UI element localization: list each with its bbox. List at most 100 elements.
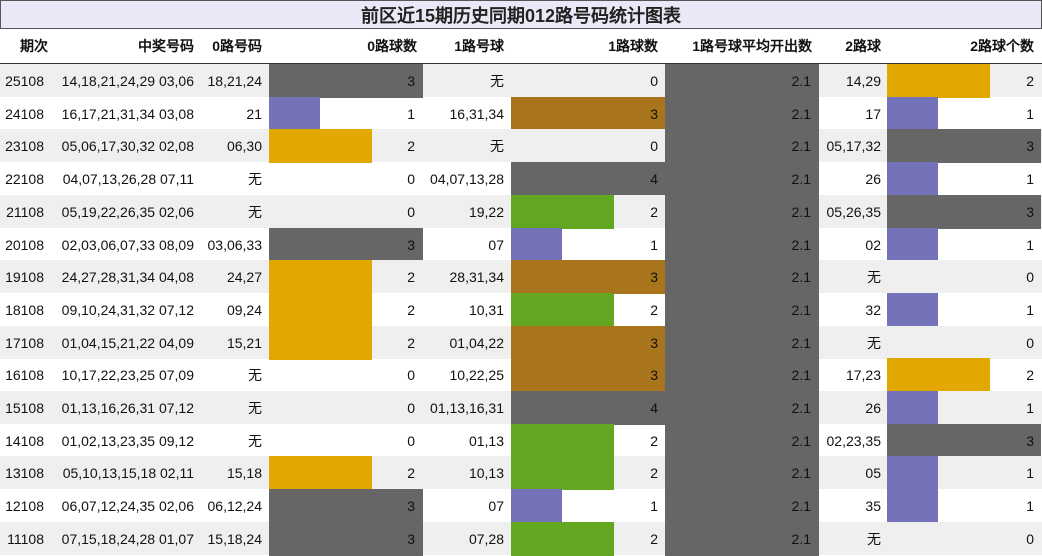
winning-numbers-cell: 14,18,21,24,29 03,06 bbox=[61, 73, 194, 89]
route2-count-cell: 1 bbox=[1026, 105, 1034, 122]
route0-numbers-cell: 无 bbox=[248, 400, 262, 416]
winning-numbers-cell: 01,13,16,26,31 07,12 bbox=[61, 400, 194, 416]
route1-numbers-cell: 无 bbox=[490, 73, 504, 89]
route0-count-cell: 0 bbox=[407, 203, 415, 220]
route2-count-cell: 0 bbox=[1026, 530, 1034, 547]
route2-count-cell: 3 bbox=[1026, 203, 1034, 220]
winning-numbers-cell: 05,10,13,15,18 02,11 bbox=[62, 465, 194, 482]
route0-numbers-cell: 24,27 bbox=[226, 269, 262, 286]
header-route1-average: 1路号球平均开出数 bbox=[692, 38, 812, 54]
route0-numbers-cell: 09,24 bbox=[226, 301, 262, 318]
route1-average-cell: 2.1 bbox=[791, 530, 811, 547]
route1-average-cell: 2.1 bbox=[791, 269, 811, 286]
route2-count-cell: 1 bbox=[1026, 236, 1034, 253]
route1-count-cell: 2 bbox=[650, 203, 658, 220]
route1-average-cell: 2.1 bbox=[791, 465, 811, 482]
route0-count-cell: 3 bbox=[407, 73, 415, 89]
route1-numbers-cell: 10,22,25 bbox=[449, 367, 505, 384]
table-row: 23108 05,06,17,30,32 02,08 06,30 2 无 0 2.1 05,1… bbox=[0, 129, 1042, 164]
period-cell: 12108 bbox=[5, 498, 44, 515]
route1-average-cell: 2.1 bbox=[791, 138, 811, 155]
route1-average-cell: 2.1 bbox=[791, 301, 811, 318]
route1-average-cell: 2.1 bbox=[791, 367, 811, 384]
winning-numbers-cell: 02,03,06,07,33 08,09 bbox=[61, 236, 194, 253]
table-row: 14108 01,02,13,23,35 09,12 无 0 01,13 2 2.1 02,2… bbox=[0, 423, 1042, 458]
route1-count-cell: 1 bbox=[650, 498, 658, 515]
route1-count-cell: 1 bbox=[650, 236, 658, 253]
route2-numbers-cell: 26 bbox=[865, 400, 881, 416]
period-cell: 13108 bbox=[5, 465, 44, 482]
period-cell: 18108 bbox=[5, 301, 44, 318]
table-row: 19108 24,27,28,31,34 04,08 24,27 2 28,31,34 3… bbox=[0, 260, 1042, 295]
period-cell: 11108 bbox=[7, 530, 44, 547]
header-route1-numbers: 1路号球 bbox=[454, 38, 504, 54]
route0-numbers-cell: 15,21 bbox=[226, 334, 262, 351]
header-period: 期次 bbox=[20, 38, 48, 54]
route0-numbers-cell: 无 bbox=[248, 432, 262, 449]
route0-count-cell: 3 bbox=[407, 236, 415, 253]
header-route0-numbers: 0路号码 bbox=[212, 38, 262, 54]
route2-count-cell: 0 bbox=[1026, 334, 1034, 351]
chart-title: 前区近15期历史同期012路号码统计图表 bbox=[0, 0, 1042, 29]
route0-numbers-cell: 03,06,33 bbox=[207, 236, 263, 253]
period-cell: 24108 bbox=[5, 105, 44, 122]
route0-count-cell: 0 bbox=[407, 367, 415, 384]
route2-count-cell: 2 bbox=[1026, 73, 1034, 89]
route1-numbers-cell: 10,31 bbox=[468, 301, 504, 318]
route2-count-cell: 0 bbox=[1026, 269, 1034, 286]
period-cell: 25108 bbox=[5, 73, 44, 89]
table-row: 13108 05,10,13,15,18 02,11 15,18 2 10,13 2 2.1… bbox=[0, 456, 1042, 491]
route2-count-cell: 1 bbox=[1026, 465, 1034, 482]
route1-count-cell: 2 bbox=[650, 530, 658, 547]
route1-count-cell: 3 bbox=[650, 334, 658, 351]
table-row: 18108 09,10,24,31,32 07,12 09,24 2 10,31 2 2.1… bbox=[0, 292, 1042, 327]
period-cell: 20108 bbox=[5, 236, 44, 253]
route2-numbers-cell: 无 bbox=[867, 334, 881, 351]
route1-count-cell: 4 bbox=[650, 171, 658, 188]
winning-numbers-cell: 01,02,13,23,35 09,12 bbox=[61, 432, 194, 449]
route1-numbers-cell: 01,13,16,31 bbox=[430, 400, 504, 416]
route0-count-cell: 2 bbox=[407, 301, 415, 318]
period-cell: 15108 bbox=[5, 400, 44, 416]
route1-numbers-cell: 07,28 bbox=[468, 530, 504, 547]
route2-numbers-cell: 05,26,35 bbox=[826, 203, 882, 220]
period-cell: 21108 bbox=[6, 203, 44, 220]
winning-numbers-cell: 10,17,22,23,25 07,09 bbox=[61, 367, 194, 384]
route1-numbers-cell: 19,22 bbox=[468, 203, 504, 220]
route2-count-cell: 1 bbox=[1026, 400, 1034, 416]
route1-numbers-cell: 无 bbox=[490, 138, 504, 155]
table-row: 15108 01,13,16,26,31 07,12 无 0 01,13,16,31 4 2… bbox=[0, 391, 1042, 425]
winning-numbers-cell: 05,19,22,26,35 02,06 bbox=[61, 203, 194, 220]
route2-numbers-cell: 17,23 bbox=[845, 367, 881, 384]
route0-numbers-cell: 无 bbox=[248, 171, 262, 188]
route1-numbers-cell: 07 bbox=[488, 236, 504, 253]
route1-average-cell: 2.1 bbox=[791, 400, 811, 416]
route0-count-cell: 2 bbox=[407, 465, 415, 482]
route0-count-cell: 3 bbox=[407, 530, 415, 547]
route1-count-cell: 0 bbox=[650, 138, 658, 155]
route1-count-cell: 2 bbox=[650, 301, 658, 318]
route0-numbers-cell: 06,12,24 bbox=[207, 498, 263, 515]
route2-count-cell: 3 bbox=[1026, 138, 1034, 155]
route0-count-cell: 0 bbox=[407, 432, 415, 449]
route1-numbers-cell: 10,13 bbox=[468, 465, 504, 482]
chart-table: 前区近15期历史同期012路号码统计图表 期次 中奖号码 0路号码 0路球数 1路号球 1… bbox=[0, 0, 1042, 556]
route1-average-cell: 2.1 bbox=[791, 73, 811, 89]
route1-numbers-cell: 16,31,34 bbox=[449, 105, 505, 122]
header-route0-count: 0路球数 bbox=[367, 38, 417, 54]
route2-numbers-cell: 35 bbox=[865, 498, 881, 515]
route1-numbers-cell: 28,31,34 bbox=[449, 269, 505, 286]
winning-numbers-cell: 04,07,13,26,28 07,11 bbox=[62, 171, 194, 188]
route0-count-cell: 2 bbox=[407, 334, 415, 351]
route0-numbers-cell: 15,18,24 bbox=[207, 530, 263, 547]
winning-numbers-cell: 01,04,15,21,22 04,09 bbox=[61, 334, 194, 351]
table-row: 11108 07,15,18,24,28 01,07 15,18,24 3 07,28 2… bbox=[0, 521, 1042, 556]
route1-average-cell: 2.1 bbox=[791, 105, 811, 122]
winning-numbers-cell: 24,27,28,31,34 04,08 bbox=[61, 269, 194, 286]
header-route1-count: 1路球数 bbox=[608, 38, 658, 54]
table-row: 16108 10,17,22,23,25 07,09 无 0 10,22,25 3 2.1 1… bbox=[0, 358, 1042, 393]
route2-numbers-cell: 32 bbox=[865, 301, 881, 318]
route1-count-cell: 3 bbox=[650, 105, 658, 122]
route0-count-cell: 3 bbox=[407, 498, 415, 515]
route1-count-cell: 0 bbox=[650, 73, 658, 89]
